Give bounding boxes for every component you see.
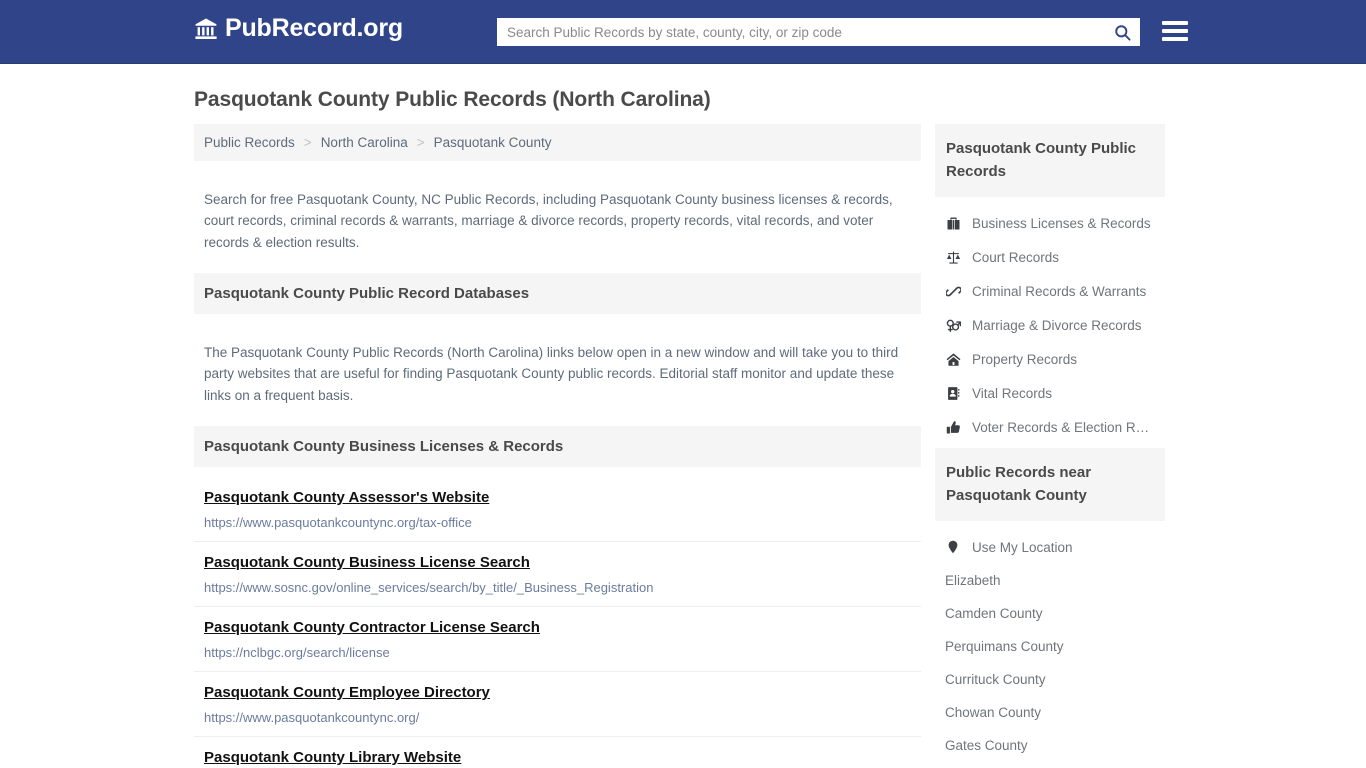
home-icon [945, 351, 961, 367]
sidebar: Pasquotank County Public Records Busines… [935, 124, 1165, 766]
record-link-url: https://www.sosnc.gov/online_services/se… [204, 580, 654, 595]
sidebar-heading-records: Pasquotank County Public Records [935, 124, 1165, 197]
brand-logo-link[interactable]: PubRecord.org [194, 16, 403, 41]
list-item: Pasquotank County Employee Directory htt… [194, 672, 921, 737]
search-button[interactable] [1105, 19, 1139, 45]
sidebar-item-label: Elizabeth [945, 573, 1001, 588]
record-link-title[interactable]: Pasquotank County Assessor's Website [204, 487, 489, 508]
sidebar-item-label: Court Records [972, 249, 1060, 265]
sidebar-records-box: Pasquotank County Public Records Busines… [935, 124, 1165, 444]
sidebar-item-label: Gates County [945, 738, 1028, 753]
site-header: PubRecord.org [0, 0, 1366, 64]
sidebar-item-label: Camden County [945, 606, 1043, 621]
briefcase-icon [945, 215, 961, 231]
record-link-title[interactable]: Pasquotank County Employee Directory [204, 682, 490, 703]
sidebar-item-currituck-county[interactable]: Currituck County [935, 663, 1165, 696]
sidebar-item-label: Perquimans County [945, 639, 1064, 654]
search-icon [1113, 23, 1132, 42]
list-item: Pasquotank County Business License Searc… [194, 542, 921, 607]
sidebar-item-perquimans-county[interactable]: Perquimans County [935, 630, 1165, 663]
main-content: Public Records > North Carolina > Pasquo… [194, 124, 921, 768]
breadcrumb-item-public-records[interactable]: Public Records [204, 135, 295, 150]
sidebar-item-label: Use My Location [972, 539, 1073, 555]
sidebar-item-use-my-location[interactable]: Use My Location [935, 530, 1165, 564]
sidebar-heading-nearby: Public Records near Pasquotank County [935, 448, 1165, 521]
sidebar-item-marriage-divorce[interactable]: Marriage & Divorce Records [935, 308, 1165, 342]
bank-icon [194, 17, 218, 41]
sidebar-nearby-list: Use My Location Elizabeth Camden County … [935, 521, 1165, 762]
sidebar-item-camden-county[interactable]: Camden County [935, 597, 1165, 630]
list-item: Pasquotank County Assessor's Website htt… [194, 477, 921, 542]
record-link-url: https://nclbgc.org/search/license [204, 645, 390, 660]
brand-name: PubRecord.org [225, 14, 403, 42]
record-link-title[interactable]: Pasquotank County Contractor License Sea… [204, 617, 540, 638]
handcuffs-icon [945, 283, 961, 299]
sidebar-item-chowan-county[interactable]: Chowan County [935, 696, 1165, 729]
hamburger-menu-icon [1162, 29, 1188, 33]
scales-icon [945, 249, 961, 265]
breadcrumb: Public Records > North Carolina > Pasquo… [194, 124, 921, 161]
record-link-url: https://www.pasquotankcountync.org/ [204, 710, 420, 725]
list-item: Pasquotank County Contractor License Sea… [194, 607, 921, 672]
thumbs-up-icon [945, 419, 961, 435]
breadcrumb-item-pasquotank-county: Pasquotank County [433, 135, 552, 150]
sidebar-item-label: Property Records [972, 351, 1078, 367]
sidebar-records-list: Business Licenses & Records Court Record… [935, 197, 1165, 444]
sidebar-item-vital-records[interactable]: Vital Records [935, 376, 1165, 410]
list-item: Pasquotank County Library Website http:/… [194, 737, 921, 768]
sidebar-item-label: Marriage & Divorce Records [972, 317, 1142, 333]
record-link-url: https://www.pasquotankcountync.org/tax-o… [204, 515, 472, 530]
hamburger-menu-icon [1162, 37, 1188, 41]
breadcrumb-separator: > [416, 135, 425, 150]
sidebar-item-criminal-records[interactable]: Criminal Records & Warrants [935, 274, 1165, 308]
breadcrumb-separator: > [303, 135, 312, 150]
section-heading-databases: Pasquotank County Public Record Database… [194, 273, 921, 314]
breadcrumb-item-north-carolina[interactable]: North Carolina [321, 135, 408, 150]
map-marker-icon [945, 539, 961, 555]
intro-paragraph: Search for free Pasquotank County, NC Pu… [204, 191, 893, 250]
record-link-title[interactable]: Pasquotank County Library Website [204, 747, 461, 768]
section-body-databases: The Pasquotank County Public Records (No… [204, 344, 899, 403]
venus-mars-icon [945, 317, 961, 333]
sidebar-item-label: Business Licenses & Records [972, 215, 1151, 231]
section-heading-business-licenses: Pasquotank County Business Licenses & Re… [194, 426, 921, 467]
sidebar-item-label: Chowan County [945, 705, 1042, 720]
sidebar-nearby-box: Public Records near Pasquotank County Us… [935, 448, 1165, 762]
sidebar-item-label: Criminal Records & Warrants [972, 283, 1147, 299]
business-link-list: Pasquotank County Assessor's Website htt… [194, 477, 921, 768]
sidebar-item-label: Vital Records [972, 385, 1053, 401]
search-input[interactable] [498, 19, 1105, 45]
sidebar-item-label: Currituck County [945, 672, 1046, 687]
search-bar [497, 18, 1140, 46]
record-link-title[interactable]: Pasquotank County Business License Searc… [204, 552, 530, 573]
hamburger-menu-icon [1162, 21, 1188, 25]
sidebar-item-label: Voter Records & Election R… [972, 419, 1150, 435]
sidebar-item-elizabeth[interactable]: Elizabeth [935, 564, 1165, 597]
address-book-icon [945, 385, 961, 401]
sidebar-item-voter-records[interactable]: Voter Records & Election R… [935, 410, 1165, 444]
sidebar-item-gates-county[interactable]: Gates County [935, 729, 1165, 762]
hamburger-menu-button[interactable] [1162, 16, 1188, 46]
sidebar-item-court-records[interactable]: Court Records [935, 240, 1165, 274]
sidebar-item-property-records[interactable]: Property Records [935, 342, 1165, 376]
page-title: Pasquotank County Public Records (North … [194, 88, 711, 111]
sidebar-item-business-licenses[interactable]: Business Licenses & Records [935, 206, 1165, 240]
